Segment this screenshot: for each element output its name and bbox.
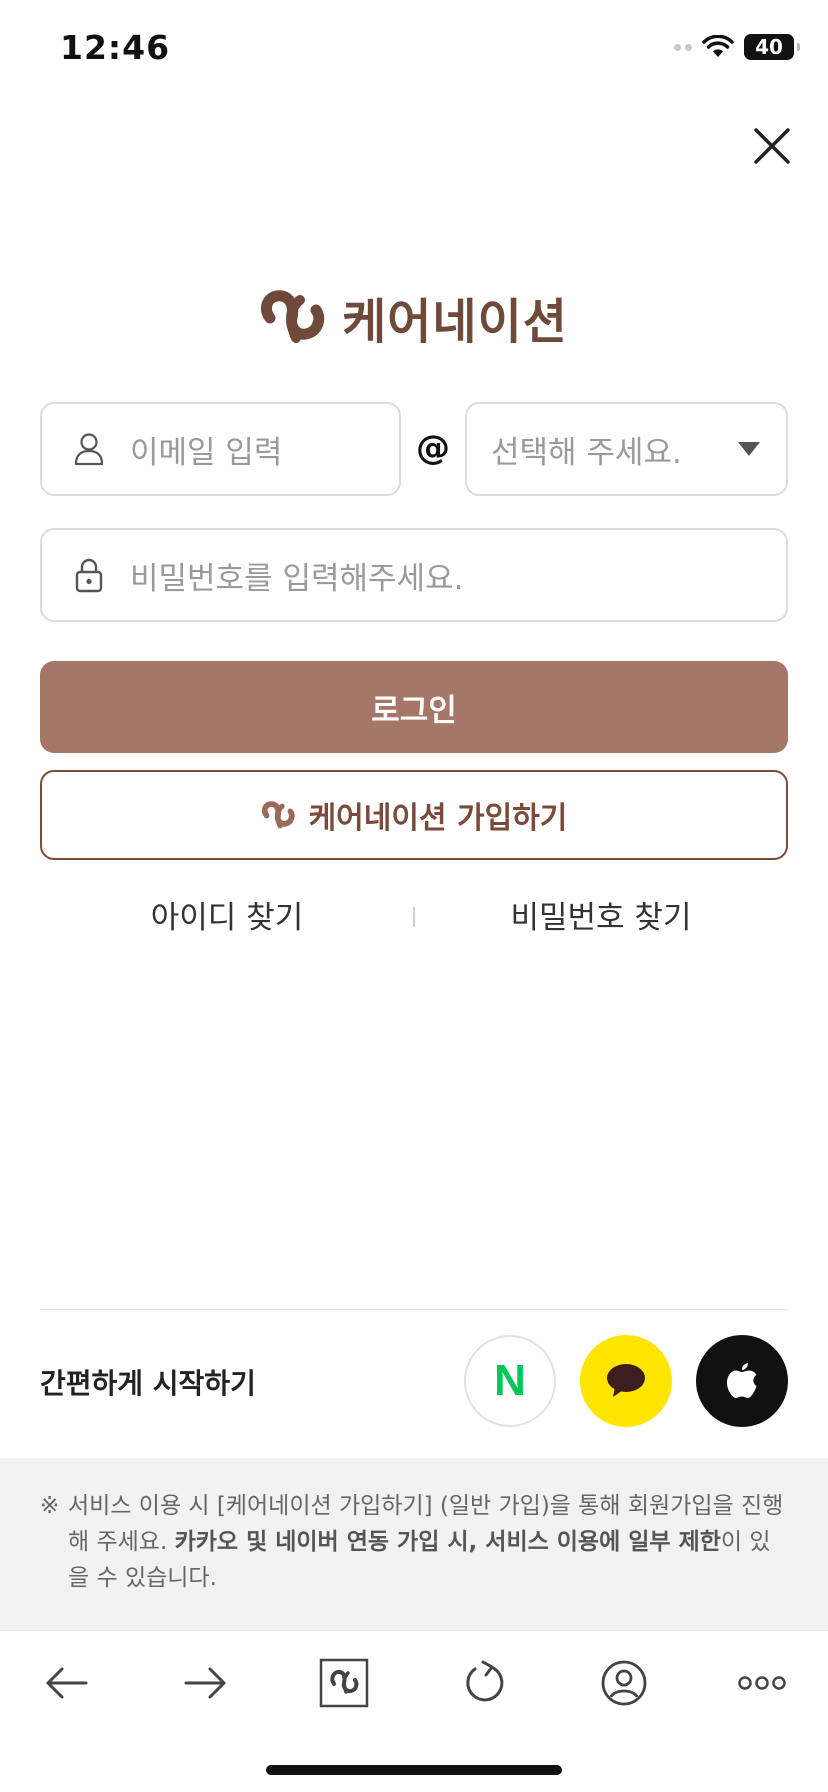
naver-icon: N bbox=[494, 1356, 526, 1405]
notice-text: ※ 서비스 이용 시 [케어네이션 가입하기] (일반 가입)을 통해 회원가입을… bbox=[40, 1488, 788, 1596]
email-domain-select[interactable]: 선택해 주세요. bbox=[465, 402, 788, 496]
notice-bold-text: 카카오 및 네이버 연동 가입 시, 서비스 이용에 일부 제한 bbox=[174, 1529, 721, 1555]
battery-icon: 40 bbox=[744, 34, 800, 60]
chevron-down-icon bbox=[738, 442, 760, 456]
back-button[interactable] bbox=[36, 1653, 96, 1713]
notice-mark: ※ bbox=[40, 1493, 60, 1519]
wifi-icon bbox=[702, 35, 734, 57]
refresh-button[interactable] bbox=[454, 1653, 514, 1713]
more-button[interactable] bbox=[732, 1653, 792, 1713]
status-icons: 40 bbox=[674, 34, 800, 60]
back-arrow-icon bbox=[46, 1667, 88, 1699]
login-button[interactable]: 로그인 bbox=[40, 661, 788, 753]
password-placeholder: 비밀번호를 입력해주세요. bbox=[130, 560, 464, 597]
email-placeholder: 이메일 입력 bbox=[130, 434, 283, 471]
more-icon bbox=[738, 1676, 786, 1690]
forward-arrow-icon bbox=[184, 1667, 226, 1699]
profile-icon bbox=[601, 1660, 647, 1706]
find-links: 아이디 찾기 비밀번호 찾기 bbox=[40, 895, 788, 941]
password-field[interactable]: 비밀번호를 입력해주세요. bbox=[40, 528, 788, 622]
home-button[interactable] bbox=[314, 1653, 374, 1713]
notice-box: ※ 서비스 이용 시 [케어네이션 가입하기] (일반 가입)을 통해 회원가입을… bbox=[0, 1458, 828, 1630]
profile-button[interactable] bbox=[594, 1653, 654, 1713]
find-id-link[interactable]: 아이디 찾기 bbox=[40, 895, 414, 941]
close-icon bbox=[754, 128, 790, 164]
forward-button[interactable] bbox=[176, 1653, 236, 1713]
refresh-icon bbox=[466, 1660, 504, 1702]
home-indicator bbox=[266, 1765, 562, 1775]
user-icon bbox=[72, 432, 106, 466]
browser-toolbar bbox=[0, 1630, 828, 1742]
apple-login-button[interactable] bbox=[696, 1335, 788, 1427]
lock-icon bbox=[72, 558, 106, 593]
carenation-logo-icon bbox=[261, 801, 295, 829]
at-sign: @ bbox=[416, 428, 450, 468]
signal-icon bbox=[674, 43, 692, 51]
status-time: 12:46 bbox=[60, 28, 171, 67]
easy-start-title: 간편하게 시작하기 bbox=[40, 1367, 256, 1400]
domain-placeholder: 선택해 주세요. bbox=[491, 434, 682, 471]
email-field[interactable]: 이메일 입력 bbox=[40, 402, 401, 496]
battery-level: 40 bbox=[755, 35, 783, 59]
apple-icon bbox=[727, 1363, 757, 1398]
carenation-logo-icon bbox=[319, 1658, 369, 1708]
close-button[interactable] bbox=[748, 122, 796, 170]
carenation-logo-icon bbox=[261, 290, 325, 343]
divider bbox=[40, 1309, 788, 1310]
brand-title: 케어네이션 bbox=[342, 294, 568, 350]
naver-login-button[interactable]: N bbox=[464, 1335, 556, 1427]
signup-button[interactable]: 케어네이션 가입하기 bbox=[40, 770, 788, 860]
find-password-link[interactable]: 비밀번호 찾기 bbox=[414, 895, 788, 941]
kakao-login-button[interactable] bbox=[580, 1335, 672, 1427]
brand-header: 케어네이션 bbox=[0, 282, 828, 352]
signup-label: 케어네이션 가입하기 bbox=[308, 801, 568, 836]
kakao-chat-icon bbox=[607, 1364, 645, 1397]
status-bar: 12:46 40 bbox=[0, 0, 828, 100]
